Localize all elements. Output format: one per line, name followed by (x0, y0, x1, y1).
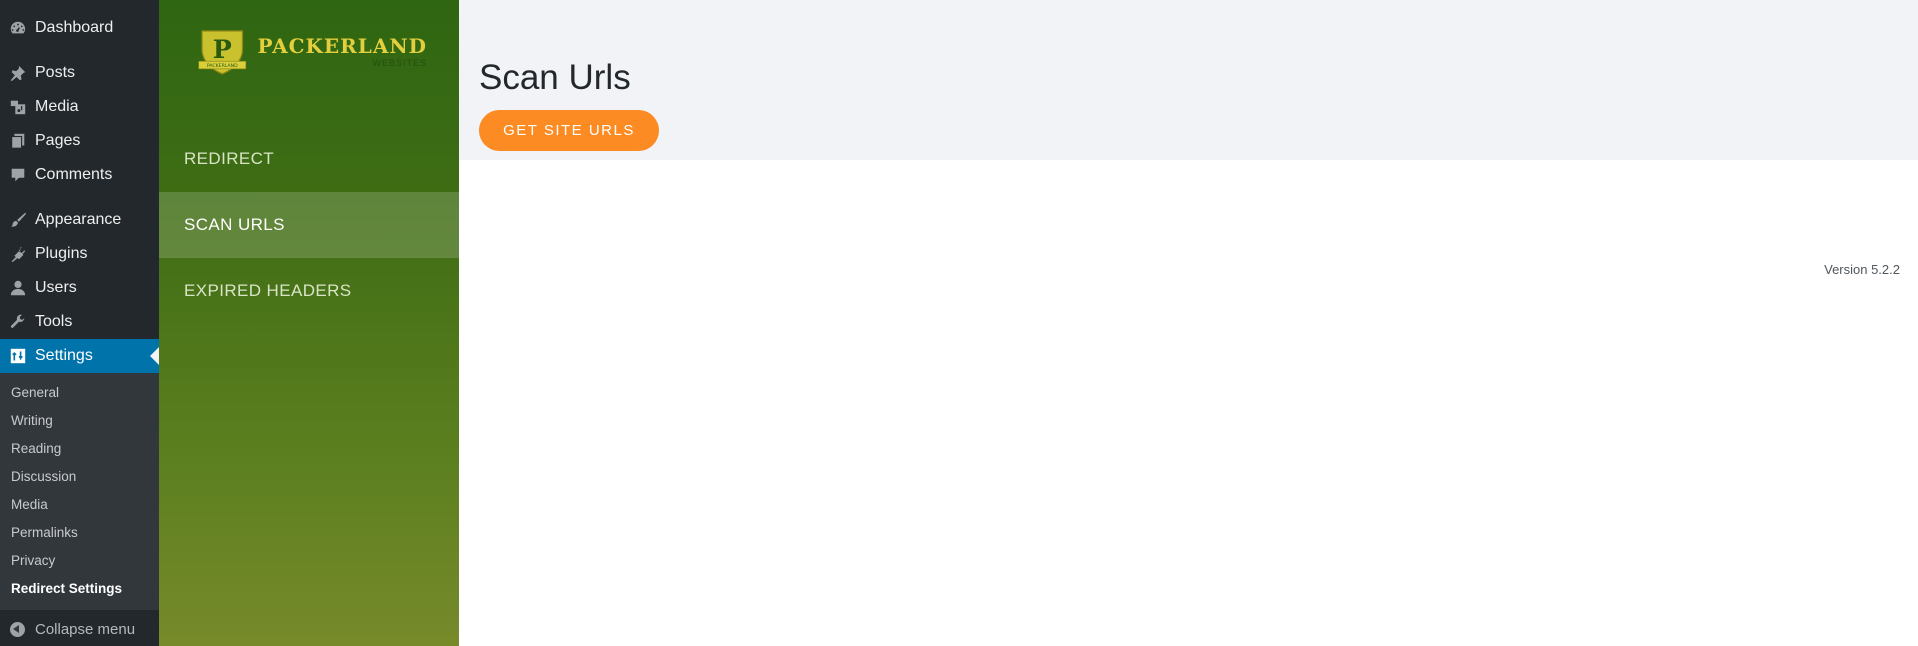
submenu-item-general[interactable]: General (11, 385, 59, 400)
menu-label-posts: Posts (35, 64, 76, 81)
shield-logo-icon: P PACKERLAND (198, 30, 247, 75)
logo-subtitle: WEBSITES (372, 58, 427, 68)
plug-icon (8, 245, 27, 264)
current-menu-arrow (150, 347, 159, 365)
plugin-nav-sidebar: P PACKERLAND PACKERLAND WEBSITES REDIREC… (159, 0, 459, 646)
pages-icon (8, 132, 27, 151)
menu-item-comments[interactable]: Comments (0, 158, 159, 192)
menu-label-pages: Pages (35, 132, 81, 149)
menu-item-dashboard[interactable]: Dashboard (0, 11, 159, 45)
page-title: Scan Urls (479, 58, 631, 97)
logo-badge-text: PACKERLAND (207, 63, 238, 69)
plugin-nav-expired-headers[interactable]: EXPIRED HEADERS (159, 258, 459, 324)
menu-item-appearance[interactable]: Appearance (0, 203, 159, 237)
plugin-nav-redirect[interactable]: REDIRECT (159, 126, 459, 192)
menu-item-tools[interactable]: Tools (0, 305, 159, 339)
collapse-arrow-icon (10, 621, 25, 637)
packerland-logo[interactable]: P PACKERLAND PACKERLAND WEBSITES (197, 22, 427, 82)
menu-label-plugins: Plugins (35, 245, 88, 262)
dashboard-icon (8, 19, 27, 38)
paintbrush-icon (8, 211, 27, 230)
menu-label-tools: Tools (35, 313, 73, 330)
submenu-item-redirect-settings[interactable]: Redirect Settings (11, 581, 122, 596)
menu-item-users[interactable]: Users (0, 271, 159, 305)
user-icon (8, 279, 27, 298)
menu-item-plugins[interactable]: Plugins (0, 237, 159, 271)
menu-item-media[interactable]: Media (0, 90, 159, 124)
logo-title: PACKERLAND (257, 34, 427, 58)
menu-label-media: Media (35, 98, 79, 115)
settings-icon (8, 347, 27, 366)
main-header: Scan Urls GET SITE URLS (459, 0, 1918, 160)
plugin-nav-scan-urls[interactable]: SCAN URLS (159, 192, 459, 258)
logo-letter: P (213, 34, 232, 64)
main-content: Scan Urls GET SITE URLS Version 5.2.2 (459, 0, 1918, 646)
menu-label-comments: Comments (35, 166, 113, 183)
pin-icon (8, 64, 27, 83)
comment-icon (8, 166, 27, 185)
submenu-item-reading[interactable]: Reading (11, 441, 61, 456)
submenu-item-permalinks[interactable]: Permalinks (11, 525, 78, 540)
collapse-menu-button[interactable]: Collapse menu (0, 612, 159, 646)
submenu-item-privacy[interactable]: Privacy (11, 553, 55, 568)
collapse-menu-label: Collapse menu (35, 620, 136, 638)
settings-submenu: General Writing Reading Discussion Media… (0, 373, 159, 610)
get-site-urls-button[interactable]: GET SITE URLS (479, 110, 659, 151)
menu-item-posts[interactable]: Posts (0, 56, 159, 90)
admin-sidebar: Dashboard Posts Media Pages Comments App… (0, 0, 159, 646)
submenu-item-discussion[interactable]: Discussion (11, 469, 76, 484)
menu-item-pages[interactable]: Pages (0, 124, 159, 158)
menu-label-dashboard: Dashboard (35, 19, 114, 36)
menu-label-users: Users (35, 279, 77, 296)
menu-label-appearance: Appearance (35, 211, 122, 228)
media-icon (8, 98, 27, 117)
version-text: Version 5.2.2 (1824, 262, 1900, 277)
wrench-icon (8, 313, 27, 332)
submenu-item-media[interactable]: Media (11, 497, 48, 512)
menu-item-settings[interactable]: Settings (0, 339, 159, 373)
submenu-item-writing[interactable]: Writing (11, 413, 53, 428)
menu-label-settings: Settings (35, 347, 93, 364)
